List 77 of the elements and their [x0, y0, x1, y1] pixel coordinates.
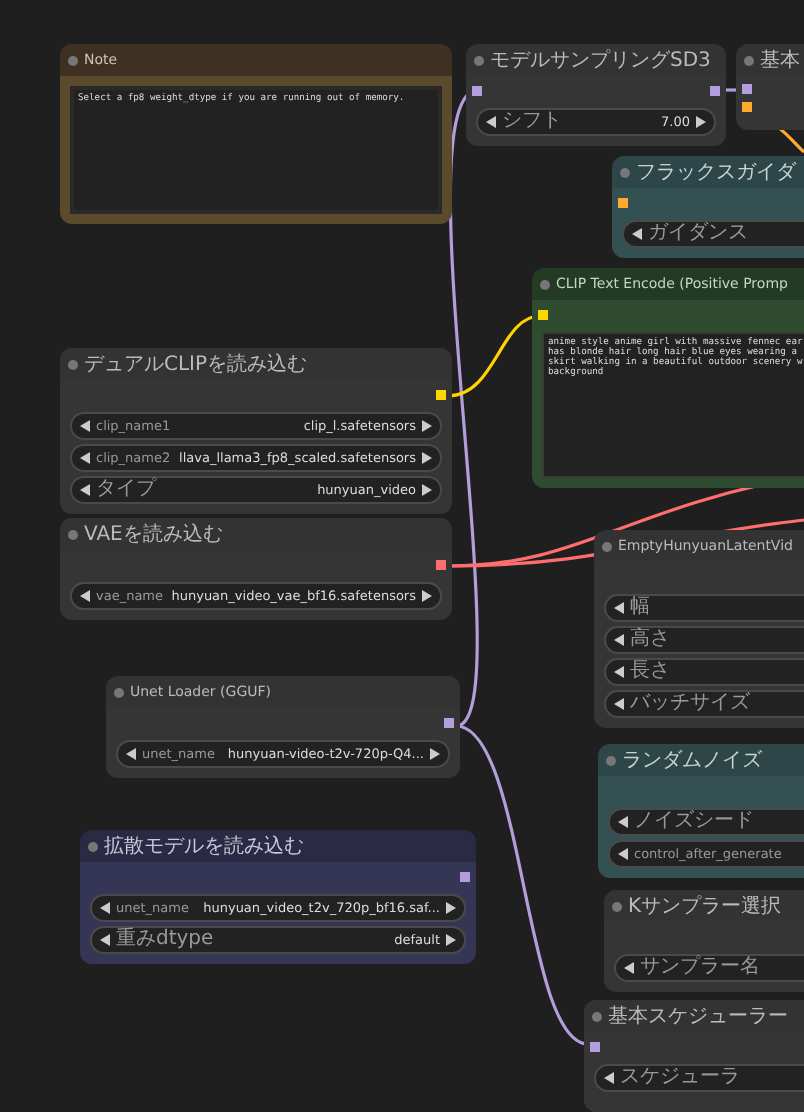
- combo-widget[interactable]: 高さ: [604, 626, 804, 654]
- widget-label: スケジューラ: [620, 1068, 740, 1088]
- input-slot[interactable]: [618, 197, 628, 207]
- widget-label: 長さ: [630, 662, 670, 682]
- combo-widget[interactable]: バッチサイズ: [604, 690, 804, 718]
- node-title: 基本スケジューラー: [608, 1003, 788, 1030]
- right-arrow-icon[interactable]: [422, 420, 432, 432]
- input-slot[interactable]: [472, 85, 482, 95]
- input-slot[interactable]: [590, 1041, 600, 1051]
- left-arrow-icon[interactable]: [100, 934, 110, 946]
- left-arrow-icon[interactable]: [486, 116, 496, 128]
- combo-widget[interactable]: ガイダンス: [622, 220, 804, 248]
- node-title: フラックスガイダ: [636, 160, 796, 186]
- header-dot-icon: [68, 529, 78, 539]
- combo-widget[interactable]: 長さ: [604, 658, 804, 686]
- node-title: 基本: [760, 47, 800, 74]
- header-dot-icon: [114, 687, 124, 697]
- output-slot[interactable]: [436, 559, 446, 569]
- combo-widget[interactable]: サンプラー名: [614, 954, 804, 982]
- output-slot[interactable]: [436, 389, 446, 399]
- node-title: 拡散モデルを読み込む: [104, 833, 304, 860]
- right-arrow-icon[interactable]: [446, 902, 456, 914]
- left-arrow-icon[interactable]: [618, 848, 628, 860]
- header-dot-icon: [744, 55, 754, 65]
- left-arrow-icon[interactable]: [80, 452, 90, 464]
- node-title: デュアルCLIPを読み込む: [84, 351, 308, 378]
- right-arrow-icon[interactable]: [446, 934, 456, 946]
- left-arrow-icon[interactable]: [614, 698, 624, 710]
- widget-label: 高さ: [630, 630, 670, 650]
- header-dot-icon: [88, 841, 98, 851]
- node-title: VAEを読み込む: [84, 521, 223, 548]
- right-arrow-icon[interactable]: [422, 484, 432, 496]
- left-arrow-icon[interactable]: [614, 666, 624, 678]
- widget-label: タイプ: [96, 480, 156, 500]
- widget-label: 幅: [630, 598, 650, 618]
- left-arrow-icon[interactable]: [80, 420, 90, 432]
- widget-label: 重みdtype: [116, 930, 214, 950]
- widget-label: バッチサイズ: [630, 694, 750, 714]
- header-dot-icon: [612, 901, 622, 911]
- left-arrow-icon[interactable]: [80, 484, 90, 496]
- right-arrow-icon[interactable]: [422, 452, 432, 464]
- combo-widget[interactable]: 幅: [604, 594, 804, 622]
- header-dot-icon: [474, 55, 484, 65]
- input-slot[interactable]: [538, 309, 548, 319]
- left-arrow-icon[interactable]: [80, 590, 90, 602]
- combo-widget[interactable]: ノイズシード: [608, 808, 804, 836]
- right-arrow-icon[interactable]: [696, 116, 706, 128]
- header-dot-icon: [592, 1011, 602, 1021]
- output-slot[interactable]: [710, 85, 720, 95]
- output-slot[interactable]: [444, 717, 454, 727]
- right-arrow-icon[interactable]: [430, 748, 440, 760]
- left-arrow-icon[interactable]: [100, 902, 110, 914]
- left-arrow-icon[interactable]: [618, 816, 628, 828]
- left-arrow-icon[interactable]: [624, 962, 634, 974]
- header-dot-icon: [606, 755, 616, 765]
- header-dot-icon: [620, 167, 630, 177]
- widget-label: サンプラー名: [640, 958, 760, 978]
- node-title: Kサンプラー選択: [628, 893, 782, 920]
- header-dot-icon: [602, 541, 612, 551]
- left-arrow-icon[interactable]: [614, 634, 624, 646]
- widget-label: ガイダンス: [648, 224, 748, 244]
- output-slot[interactable]: [460, 871, 470, 881]
- header-dot-icon: [68, 55, 78, 65]
- widget-label: シフト: [502, 112, 562, 132]
- header-dot-icon: [68, 359, 78, 369]
- left-arrow-icon[interactable]: [126, 748, 136, 760]
- left-arrow-icon[interactable]: [614, 602, 624, 614]
- header-dot-icon: [540, 279, 550, 289]
- input-slot[interactable]: [742, 102, 752, 112]
- left-arrow-icon[interactable]: [632, 228, 642, 240]
- node-title: ランダムノイズ: [622, 748, 762, 774]
- input-slot[interactable]: [742, 84, 752, 94]
- combo-widget[interactable]: スケジューラ: [594, 1064, 804, 1092]
- right-arrow-icon[interactable]: [422, 590, 432, 602]
- node-title: モデルサンプリングSD3: [490, 47, 711, 74]
- widget-label: ノイズシード: [634, 812, 754, 832]
- left-arrow-icon[interactable]: [604, 1072, 614, 1084]
